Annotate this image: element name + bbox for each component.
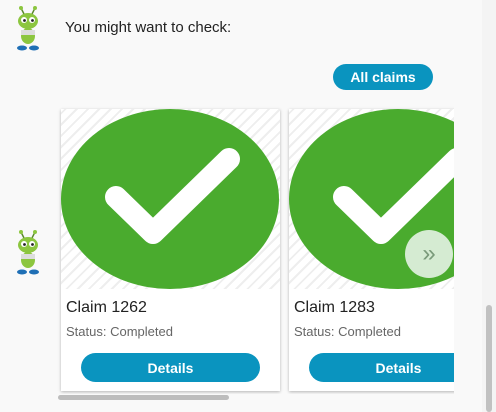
all-claims-button[interactable]: All claims [333, 64, 433, 90]
claim-card[interactable]: Claim 1262 Status: Completed Details [61, 109, 280, 391]
carousel-next-button[interactable]: » [405, 230, 453, 278]
chat-message: You might want to check: [65, 19, 232, 36]
claim-title: Claim 1262 [66, 299, 147, 316]
details-button[interactable]: Details [309, 353, 454, 382]
claim-status: Status: Completed [66, 324, 173, 339]
claims-carousel: Claim 1262 Status: Completed Details Cla… [56, 104, 454, 394]
claim-image [61, 109, 280, 289]
details-button[interactable]: Details [81, 353, 260, 382]
claim-title: Claim 1283 [294, 299, 375, 316]
checkmark-icon [61, 109, 279, 289]
chevron-double-right-icon: » [422, 240, 436, 267]
bot-avatar-icon [17, 230, 39, 275]
claim-status: Status: Completed [294, 324, 401, 339]
vertical-scrollbar-thumb[interactable] [486, 305, 492, 412]
carousel-scrollbar[interactable] [58, 395, 229, 400]
bot-avatar-icon [17, 6, 39, 51]
